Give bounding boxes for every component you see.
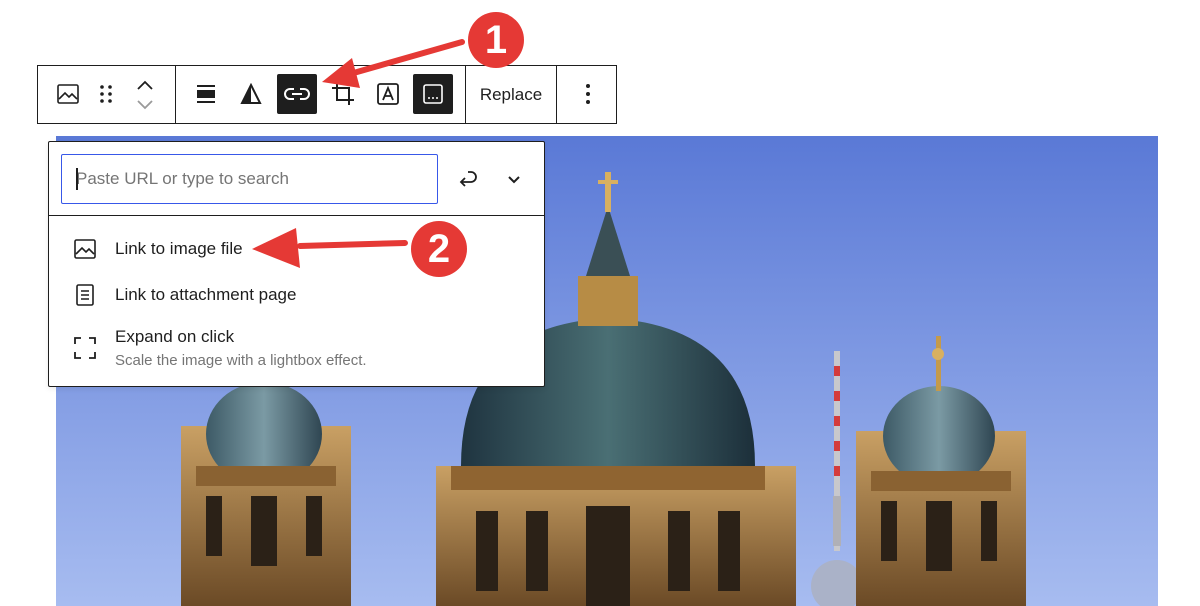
arrow-step-1 <box>322 39 465 88</box>
annotation-arrows <box>252 39 465 268</box>
arrow-step-2 <box>252 228 408 268</box>
step-1-badge: 1 <box>468 12 524 68</box>
step-2-badge: 2 <box>411 221 467 277</box>
